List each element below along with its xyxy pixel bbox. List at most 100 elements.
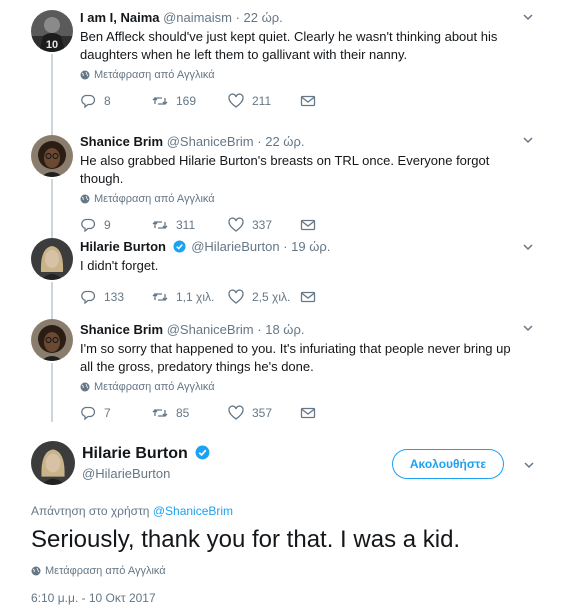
translate-link[interactable]: Μετάφραση από Αγγλικά bbox=[80, 193, 523, 205]
thread-connector-line bbox=[51, 179, 53, 230]
tweet-actions: 7 85 357 bbox=[80, 405, 523, 421]
retweet-button[interactable]: 169 bbox=[152, 93, 228, 109]
reply-count: 133 bbox=[104, 290, 125, 304]
globe-icon bbox=[80, 382, 90, 392]
avatar[interactable] bbox=[31, 135, 73, 177]
message-button[interactable] bbox=[300, 405, 372, 421]
author-name[interactable]: Hilarie Burton bbox=[80, 239, 166, 254]
conversation-thread: 10 I am I, Naima @naimaism · 22 ώρ. Ben … bbox=[0, 0, 563, 422]
avatar-image bbox=[31, 441, 75, 485]
tweet[interactable]: Shanice Brim @ShaniceBrim · 22 ώρ. He al… bbox=[0, 123, 563, 233]
tweet[interactable]: Shanice Brim @ShaniceBrim · 18 ώρ. I'm s… bbox=[0, 311, 563, 422]
retweet-button[interactable]: 1,1 χιλ. bbox=[152, 289, 228, 305]
envelope-icon bbox=[300, 407, 316, 419]
like-button[interactable]: 2,5 χιλ. bbox=[228, 289, 300, 305]
retweet-count: 85 bbox=[176, 406, 190, 420]
reply-prefix: Απάντηση στο χρήστη bbox=[31, 504, 150, 518]
tweet-text: I'm so sorry that happened to you. It's … bbox=[80, 341, 511, 374]
separator-dot: · bbox=[257, 322, 262, 337]
globe-icon bbox=[31, 566, 41, 576]
avatar[interactable] bbox=[31, 319, 73, 361]
tweet-header: Shanice Brim @ShaniceBrim · 22 ώρ. bbox=[80, 133, 523, 151]
like-count: 2,5 χιλ. bbox=[252, 290, 291, 304]
author-handle[interactable]: @naimaism bbox=[163, 10, 232, 25]
avatar-image bbox=[31, 135, 73, 177]
tweet-time[interactable]: 22 ώρ. bbox=[244, 10, 283, 25]
reply-to-link[interactable]: @ShaniceBrim bbox=[153, 504, 233, 518]
verified-badge-icon bbox=[173, 240, 186, 253]
retweet-icon bbox=[152, 409, 168, 417]
tweet-time[interactable]: 22 ώρ. bbox=[265, 134, 304, 149]
heart-icon bbox=[228, 289, 244, 304]
envelope-icon bbox=[300, 95, 316, 107]
avatar-image bbox=[31, 319, 73, 361]
tweet-text: Ben Affleck should've just kept quiet. C… bbox=[80, 29, 498, 62]
chevron-down-icon[interactable] bbox=[521, 240, 535, 254]
reply-context: Απάντηση στο χρήστη @ShaniceBrim bbox=[31, 504, 233, 518]
reply-button[interactable]: 7 bbox=[80, 405, 152, 421]
avatar[interactable]: 10 bbox=[31, 10, 73, 52]
translate-link[interactable]: Μετάφραση από Αγγλικά bbox=[80, 381, 523, 393]
message-button[interactable] bbox=[300, 93, 372, 109]
follow-button[interactable]: Ακολουθήστε bbox=[392, 449, 504, 479]
thread-connector-line bbox=[51, 230, 53, 238]
thread-connector-line bbox=[51, 123, 53, 135]
separator-dot: · bbox=[235, 10, 240, 25]
translate-link[interactable]: Μετάφραση από Αγγλικά bbox=[80, 69, 523, 81]
author-handle[interactable]: @ShaniceBrim bbox=[167, 134, 254, 149]
like-button[interactable]: 211 bbox=[228, 93, 300, 109]
author-name[interactable]: I am I, Naima bbox=[80, 10, 159, 25]
reply-icon bbox=[81, 406, 96, 421]
retweet-icon bbox=[152, 293, 168, 301]
translate-label: Μετάφραση από Αγγλικά bbox=[94, 193, 215, 205]
chevron-down-icon[interactable] bbox=[521, 321, 535, 335]
author-handle[interactable]: @HilarieBurton bbox=[191, 239, 279, 254]
verified-badge-icon bbox=[195, 445, 210, 460]
thread-connector-line bbox=[51, 54, 53, 123]
avatar-image bbox=[31, 238, 73, 280]
heart-icon bbox=[228, 93, 244, 108]
translate-link[interactable]: Μετάφραση από Αγγλικά bbox=[31, 565, 166, 577]
heart-icon bbox=[228, 405, 244, 420]
reply-button[interactable]: 8 bbox=[80, 93, 152, 109]
chevron-down-icon[interactable] bbox=[521, 133, 535, 147]
translate-label: Μετάφραση από Αγγλικά bbox=[94, 69, 215, 81]
retweet-icon bbox=[152, 97, 168, 105]
author-name[interactable]: Hilarie Burton bbox=[82, 445, 212, 463]
tweet-actions: 133 1,1 χιλ. 2,5 χιλ. bbox=[80, 289, 523, 305]
avatar[interactable] bbox=[31, 441, 75, 485]
author-name-text: Hilarie Burton bbox=[82, 445, 188, 462]
retweet-count: 1,1 χιλ. bbox=[176, 290, 215, 304]
tweet-time[interactable]: 19 ώρ. bbox=[291, 239, 330, 254]
like-count: 211 bbox=[252, 94, 272, 108]
chevron-down-icon[interactable] bbox=[521, 10, 535, 24]
author-handle[interactable]: @ShaniceBrim bbox=[167, 322, 254, 337]
reply-button[interactable]: 133 bbox=[80, 289, 152, 305]
tweet-actions: 8 169 211 bbox=[80, 93, 523, 109]
author-name[interactable]: Shanice Brim bbox=[80, 134, 163, 149]
separator-dot: · bbox=[257, 134, 262, 149]
tweet-time[interactable]: 18 ώρ. bbox=[265, 322, 304, 337]
translate-label: Μετάφραση από Αγγλικά bbox=[45, 565, 166, 577]
tweet[interactable]: 10 I am I, Naima @naimaism · 22 ώρ. Ben … bbox=[0, 0, 563, 123]
separator-dot: · bbox=[283, 239, 288, 254]
retweet-button[interactable]: 85 bbox=[152, 405, 228, 421]
tweet-timestamp[interactable]: 6:10 μ.μ. - 10 Οκτ 2017 bbox=[31, 591, 156, 605]
tweet-header: Hilarie Burton @HilarieBurton · 19 ώρ. bbox=[80, 238, 523, 256]
tweet-text: I didn't forget. bbox=[80, 258, 159, 273]
like-button[interactable]: 357 bbox=[228, 405, 300, 421]
tweet-text: Seriously, thank you for that. I was a k… bbox=[31, 526, 461, 553]
globe-icon bbox=[80, 194, 90, 204]
translate-label: Μετάφραση από Αγγλικά bbox=[94, 381, 215, 393]
chevron-down-icon[interactable] bbox=[522, 458, 536, 472]
reply-icon bbox=[81, 290, 96, 305]
message-button[interactable] bbox=[300, 289, 372, 305]
avatar[interactable] bbox=[31, 238, 73, 280]
tweet[interactable]: Hilarie Burton @HilarieBurton · 19 ώρ. I… bbox=[0, 230, 563, 311]
author-name[interactable]: Shanice Brim bbox=[80, 322, 163, 337]
reply-count: 7 bbox=[104, 406, 111, 420]
tweet-header: I am I, Naima @naimaism · 22 ώρ. bbox=[80, 9, 523, 27]
like-count: 357 bbox=[252, 406, 273, 420]
author-handle[interactable]: @HilarieBurton bbox=[82, 466, 170, 481]
svg-text:10: 10 bbox=[46, 39, 58, 51]
